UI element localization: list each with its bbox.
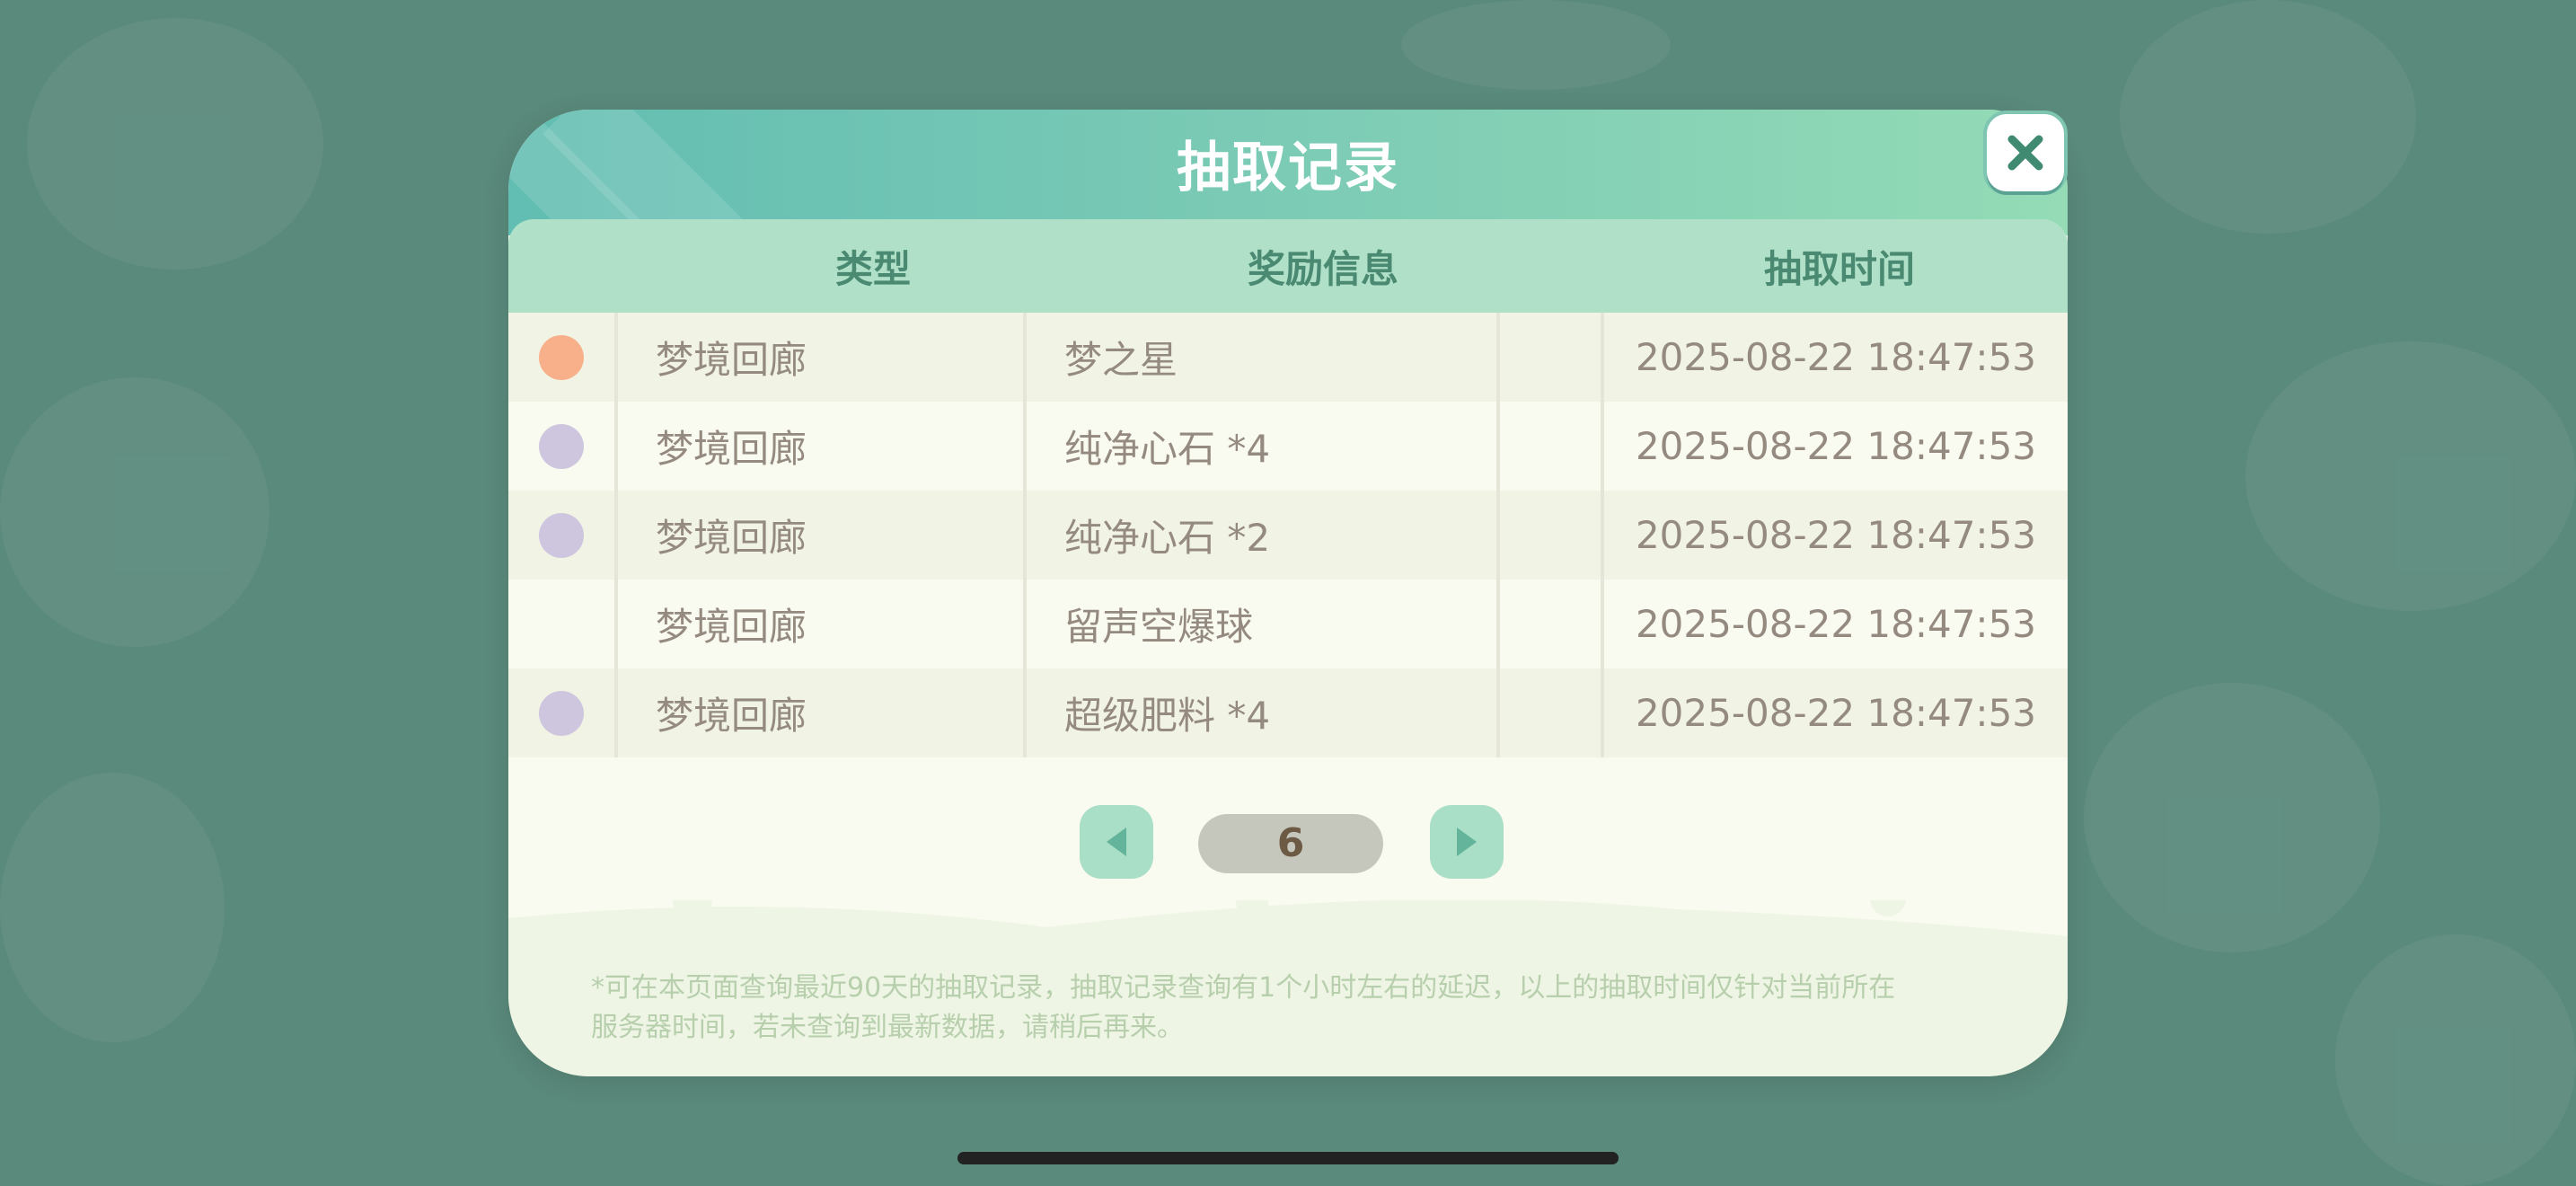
row-reward: 留声空爆球 [1027,580,1500,668]
pagination: 6 [508,805,2068,881]
table-row: 梦境回廊 梦之星 2025-08-22 18:47:53 [508,313,2068,402]
row-time: 2025-08-22 18:47:53 [1635,424,2037,468]
row-time: 2025-08-22 18:47:53 [1635,691,2037,735]
close-button[interactable] [1987,114,2064,191]
row-time: 2025-08-22 18:47:53 [1635,602,2037,646]
draw-record-table: 类型 奖励信息 抽取时间 梦境回廊 梦之星 2025-08-22 18:47:5… [508,219,2068,757]
row-type: 梦境回廊 [618,668,1027,757]
column-header-reward: 奖励信息 [1247,246,1398,291]
prev-page-button[interactable] [1080,805,1153,879]
table-row: 梦境回廊 纯净心石 *4 2025-08-22 18:47:53 [508,402,2068,491]
page-number: 6 [1198,814,1383,873]
row-reward: 梦之星 [1027,313,1500,402]
table-row: 梦境回廊 超级肥料 *4 2025-08-22 18:47:53 [508,668,2068,757]
row-type: 梦境回廊 [618,580,1027,668]
row-reward: 纯净心石 *4 [1027,402,1500,491]
row-reward: 纯净心石 *2 [1027,491,1500,580]
footer-note-line: 服务器时间，若未查询到最新数据，请稍后再来。 [591,1012,1184,1043]
column-header-time: 抽取时间 [1763,246,1915,291]
dialog-title: 抽取记录 [1177,137,1399,199]
home-indicator[interactable] [957,1152,1619,1164]
rarity-dot [539,334,584,380]
rarity-dot [539,512,584,558]
rarity-dot [539,690,584,736]
row-reward: 超级肥料 *4 [1027,668,1500,757]
row-type: 梦境回廊 [618,491,1027,580]
chevron-right-icon [1457,828,1477,856]
rarity-dot [539,423,584,469]
table-row: 梦境回廊 留声空爆球 2025-08-22 18:47:53 [508,580,2068,668]
row-type: 梦境回廊 [618,402,1027,491]
draw-record-dialog: 抽取记录 类型 奖励信息 抽取时间 梦境回廊 梦之星 2025-08-22 18… [508,110,2068,1076]
row-time: 2025-08-22 18:47:53 [1635,335,2037,379]
row-type: 梦境回廊 [618,313,1027,402]
table-row: 梦境回廊 纯净心石 *2 2025-08-22 18:47:53 [508,491,2068,580]
next-page-button[interactable] [1430,805,1504,879]
table-header: 类型 奖励信息 抽取时间 [508,219,2068,313]
row-time: 2025-08-22 18:47:53 [1635,513,2037,557]
footer-note: *可在本页面查询最近90天的抽取记录，抽取记录查询有1个小时左右的延迟，以上的抽… [591,969,2010,1048]
close-icon [2007,135,2043,171]
column-header-type: 类型 [834,246,911,291]
chevron-left-icon [1107,828,1126,856]
footer-note-line: *可在本页面查询最近90天的抽取记录，抽取记录查询有1个小时左右的延迟，以上的抽… [591,972,1896,1004]
dialog-header: 抽取记录 [508,110,2068,287]
